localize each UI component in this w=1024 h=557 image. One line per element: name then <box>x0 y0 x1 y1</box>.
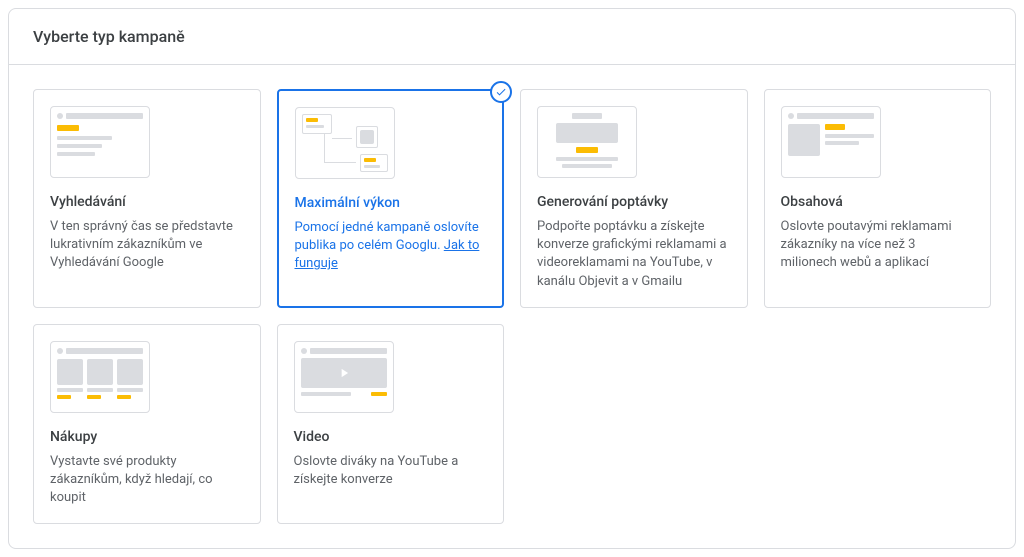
display-icon <box>781 106 881 178</box>
card-desc: V ten správný čas se představte lukrativ… <box>50 218 244 273</box>
card-title: Vyhledávání <box>50 194 244 210</box>
card-title: Maximální výkon <box>295 195 487 211</box>
selected-check-icon <box>490 81 512 103</box>
card-desc: Oslovte poutavými reklamami zákazníky na… <box>781 218 975 273</box>
card-desc: Oslovte diváky na YouTube a získejte kon… <box>294 453 488 489</box>
card-title: Generování poptávky <box>537 194 731 210</box>
card-desc: Pomocí jedné kampaně oslovíte publika po… <box>295 219 487 274</box>
video-icon <box>294 341 394 413</box>
demand-icon <box>537 106 637 178</box>
campaign-card-shopping[interactable]: Nákupy Vystavte své produkty zákazníkům,… <box>33 324 261 525</box>
campaign-card-search[interactable]: Vyhledávání V ten správný čas se předsta… <box>33 89 261 308</box>
card-desc: Podpořte poptávku a získejte konverze gr… <box>537 218 731 291</box>
card-title: Nákupy <box>50 429 244 445</box>
campaign-card-display[interactable]: Obsahová Oslovte poutavými reklamami zák… <box>764 89 992 308</box>
card-desc: Vystavte své produkty zákazníkům, když h… <box>50 453 244 508</box>
campaign-card-demand[interactable]: Generování poptávky Podpořte poptávku a … <box>520 89 748 308</box>
shopping-icon <box>50 341 150 413</box>
card-title: Obsahová <box>781 194 975 210</box>
card-title: Video <box>294 429 488 445</box>
campaign-grid: Vyhledávání V ten správný čas se předsta… <box>33 89 991 524</box>
search-icon <box>50 106 150 178</box>
pmax-icon <box>295 107 395 179</box>
campaign-type-panel: Vyberte typ kampaně Vyhledávání V ten sp… <box>8 8 1016 549</box>
panel-title: Vyberte typ kampaně <box>9 9 1015 65</box>
panel-body: Vyhledávání V ten správný čas se předsta… <box>9 65 1015 548</box>
campaign-card-video[interactable]: Video Oslovte diváky na YouTube a získej… <box>277 324 505 525</box>
campaign-card-pmax[interactable]: Maximální výkon Pomocí jedné kampaně osl… <box>277 89 505 308</box>
